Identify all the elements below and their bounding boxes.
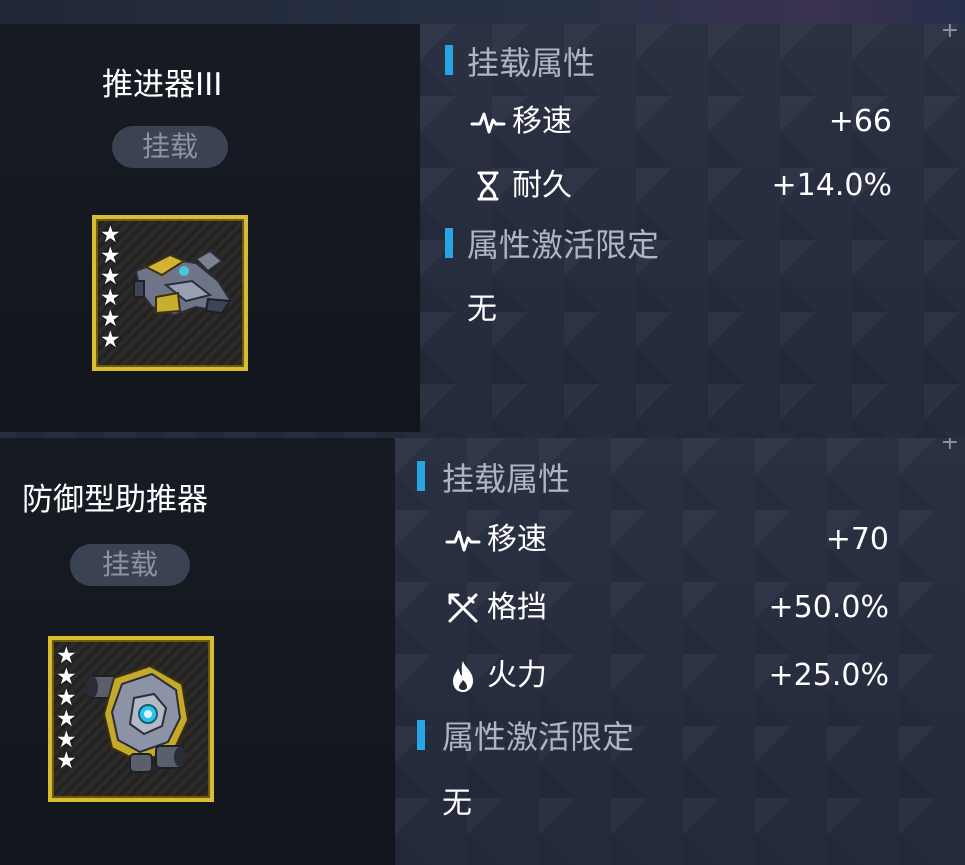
item-card-2-details: 挂载属性 移速 +70 格挡 +50.0% 火力 +25.0% 属性激活限定 无… bbox=[395, 438, 965, 865]
section-accent-bar bbox=[417, 720, 425, 750]
item-name: 推进器III bbox=[102, 67, 223, 103]
stat-label: 格挡 bbox=[487, 590, 547, 625]
item-icon-frame[interactable]: ★ ★ ★ ★ ★ ★ bbox=[92, 215, 248, 371]
stat-label: 移速 bbox=[487, 522, 547, 557]
top-background-strip bbox=[0, 0, 965, 24]
item-card-1-summary: 推进器III 挂载 ★ ★ ★ ★ ★ ★ bbox=[0, 24, 420, 432]
activation-limit-heading: 属性激活限定 bbox=[467, 226, 660, 264]
activation-limit-heading: 属性激活限定 bbox=[442, 718, 635, 756]
thruster-ship-icon bbox=[133, 249, 234, 317]
stat-row-block: 格挡 +50.0% bbox=[445, 588, 889, 628]
fire-icon bbox=[453, 661, 473, 692]
mount-attributes-heading: 挂载属性 bbox=[442, 460, 571, 498]
stat-row-speed: 移速 +66 bbox=[470, 102, 892, 142]
item-card-2[interactable]: 防御型助推器 挂载 ★ ★ ★ ★ ★ ★ 挂载属性 移速 +70 格挡 +50… bbox=[0, 438, 965, 865]
corner-plus-mark: + bbox=[940, 24, 959, 43]
star-icon: ★ bbox=[56, 748, 77, 774]
hourglass-icon bbox=[477, 171, 499, 201]
stat-row-speed: 移速 +70 bbox=[445, 520, 889, 560]
corner-plus-mark: + bbox=[940, 438, 959, 455]
item-icon-frame[interactable]: ★ ★ ★ ★ ★ ★ bbox=[48, 636, 214, 802]
stat-row-durability: 耐久 +14.0% bbox=[470, 166, 892, 206]
stat-value: +66 bbox=[828, 104, 892, 139]
pulse-icon bbox=[445, 530, 481, 552]
equip-slot-badge: 挂载 bbox=[112, 126, 228, 168]
stat-label: 移速 bbox=[512, 104, 572, 139]
stat-value: +70 bbox=[825, 522, 889, 557]
stat-value: +50.0% bbox=[768, 590, 889, 625]
defense-booster-icon bbox=[86, 664, 190, 773]
item-name: 防御型助推器 bbox=[22, 482, 208, 518]
section-accent-bar bbox=[417, 461, 425, 491]
section-accent-bar bbox=[445, 45, 453, 75]
activation-limit-value: 无 bbox=[442, 786, 472, 821]
section-accent-bar bbox=[445, 228, 453, 258]
equipment-compare-screen: 推进器III 挂载 ★ ★ ★ ★ ★ ★ 挂载属性 移速 +66 耐久 +14… bbox=[0, 0, 965, 865]
block-icon bbox=[448, 593, 478, 623]
item-card-1[interactable]: 推进器III 挂载 ★ ★ ★ ★ ★ ★ 挂载属性 移速 +66 耐久 +14… bbox=[0, 24, 965, 432]
stat-label: 火力 bbox=[487, 658, 547, 693]
star-icon: ★ bbox=[100, 327, 121, 353]
rarity-stars: ★ ★ ★ ★ ★ ★ bbox=[100, 224, 121, 353]
equip-slot-badge: 挂载 bbox=[70, 544, 190, 586]
mount-attributes-heading: 挂载属性 bbox=[467, 44, 596, 82]
item-card-1-details: 挂载属性 移速 +66 耐久 +14.0% 属性激活限定 无 + bbox=[420, 24, 965, 432]
stat-row-firepower: 火力 +25.0% bbox=[445, 656, 889, 696]
rarity-stars: ★ ★ ★ ★ ★ ★ bbox=[56, 645, 77, 774]
activation-limit-value: 无 bbox=[467, 292, 497, 327]
stat-value: +14.0% bbox=[771, 168, 892, 203]
stat-label: 耐久 bbox=[512, 168, 572, 203]
pulse-icon bbox=[470, 112, 506, 134]
stat-value: +25.0% bbox=[768, 658, 889, 693]
item-card-2-summary: 防御型助推器 挂载 ★ ★ ★ ★ ★ ★ bbox=[0, 438, 395, 865]
